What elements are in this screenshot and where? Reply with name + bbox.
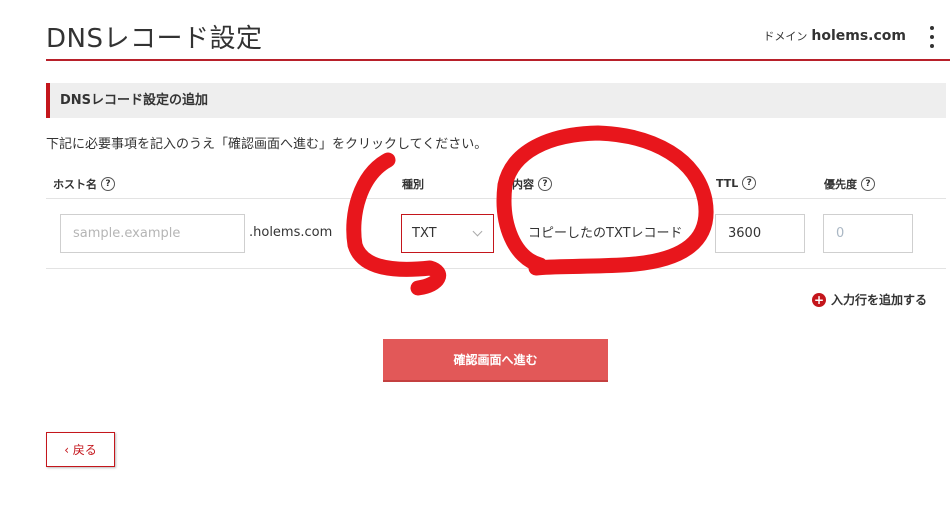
help-icon[interactable]: ? bbox=[538, 177, 552, 191]
page-title: DNSレコード設定 bbox=[46, 24, 263, 54]
row-divider-bottom bbox=[46, 268, 946, 269]
column-ttl-label: TTL bbox=[716, 176, 739, 190]
help-icon[interactable]: ? bbox=[742, 176, 757, 190]
ttl-input[interactable]: 3600 bbox=[715, 214, 805, 253]
add-row-label: 入力行を追加する bbox=[831, 293, 928, 307]
column-host: ホスト名 ? bbox=[53, 176, 115, 192]
column-host-label: ホスト名 bbox=[53, 178, 97, 191]
plus-circle-icon: + bbox=[812, 292, 826, 307]
column-type-label: 種別 bbox=[402, 178, 424, 191]
more-menu-icon[interactable] bbox=[928, 26, 936, 48]
domain-name: holems.com bbox=[811, 28, 906, 44]
section-heading: DNSレコード設定の追加 bbox=[46, 83, 946, 118]
help-icon[interactable]: ? bbox=[861, 177, 875, 191]
domain-info: ドメイン holems.com bbox=[763, 28, 906, 44]
record-type-select[interactable]: TXT bbox=[401, 214, 494, 253]
domain-label: ドメイン bbox=[763, 30, 808, 43]
priority-input[interactable]: 0 bbox=[823, 214, 913, 253]
column-priority: 優先度 ? bbox=[824, 176, 875, 192]
confirm-button[interactable]: 確認画面へ進む bbox=[383, 339, 608, 382]
domain-suffix: .holems.com bbox=[249, 225, 333, 240]
red-circle-annotation bbox=[346, 125, 714, 296]
column-ttl: TTL ? bbox=[716, 176, 757, 190]
column-content: 内容 ? bbox=[512, 176, 552, 192]
row-divider-top bbox=[46, 198, 946, 199]
title-divider bbox=[46, 59, 950, 61]
add-row-link[interactable]: + 入力行を追加する bbox=[812, 291, 927, 308]
column-content-label: 内容 bbox=[512, 178, 534, 191]
back-button[interactable]: ‹ 戻る bbox=[46, 432, 115, 467]
host-input[interactable] bbox=[60, 214, 245, 253]
column-type: 種別 bbox=[402, 176, 424, 192]
content-input[interactable]: コピーしたのTXTレコード bbox=[520, 214, 695, 253]
chevron-down-icon bbox=[472, 226, 483, 237]
help-icon[interactable]: ? bbox=[101, 177, 115, 191]
instruction-text: 下記に必要事項を記入のうえ「確認画面へ進む」をクリックしてください。 bbox=[46, 137, 488, 152]
record-type-value: TXT bbox=[412, 226, 437, 241]
column-priority-label: 優先度 bbox=[824, 178, 857, 191]
